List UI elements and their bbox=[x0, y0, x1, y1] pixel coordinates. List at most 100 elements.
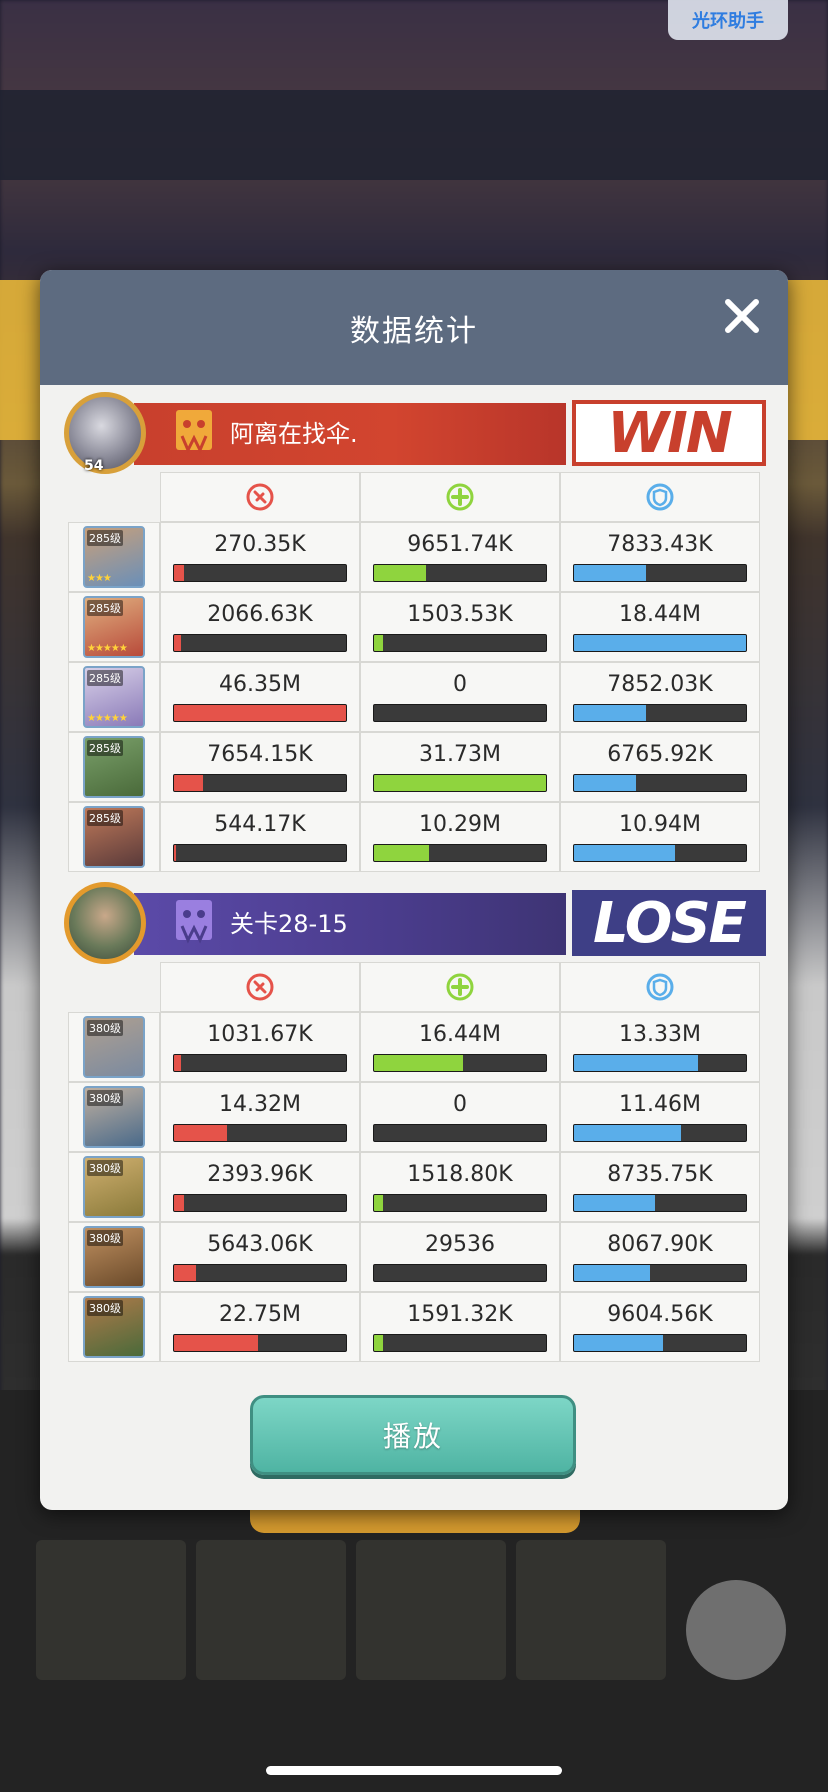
hero-cell: 380级 bbox=[68, 1222, 160, 1292]
hero-stat-row: 380级 2393.96K 1518.80K 8735.75K bbox=[68, 1152, 760, 1222]
stats-table-team-1: 285级 ★★★ 270.35K 9651.74K 7833.43K 285级 … bbox=[68, 472, 760, 872]
tank-value: 6765.92K bbox=[607, 742, 713, 767]
hero-portrait[interactable]: 380级 bbox=[83, 1016, 145, 1078]
result-label: WIN bbox=[572, 400, 766, 466]
heal-cell: 10.29M bbox=[360, 802, 560, 872]
tank-value: 7852.03K bbox=[607, 672, 713, 697]
hero-portrait[interactable]: 380级 bbox=[83, 1226, 145, 1288]
damage-cell: 270.35K bbox=[160, 522, 360, 592]
tank-bar-fill bbox=[574, 1265, 650, 1281]
damage-value: 2393.96K bbox=[207, 1162, 313, 1187]
damage-value: 2066.63K bbox=[207, 602, 313, 627]
hero-stat-row: 380级 22.75M 1591.32K 9604.56K bbox=[68, 1292, 760, 1362]
heal-bar bbox=[373, 634, 547, 652]
hero-cell: 380级 bbox=[68, 1012, 160, 1082]
heal-cell: 29536 bbox=[360, 1222, 560, 1292]
guild-emblem-icon bbox=[170, 894, 218, 948]
damage-bar bbox=[173, 1124, 347, 1142]
tank-bar bbox=[573, 1264, 747, 1282]
hero-cell: 285级 bbox=[68, 802, 160, 872]
heal-bar bbox=[373, 774, 547, 792]
hero-portrait[interactable]: 285级 ★★★★★ bbox=[83, 666, 145, 728]
team-banner-win: 阿离在找伞. WIN 54 bbox=[64, 392, 772, 474]
hero-portrait[interactable]: 380级 bbox=[83, 1296, 145, 1358]
tank-bar-fill bbox=[574, 1125, 681, 1141]
hero-portrait[interactable]: 380级 bbox=[83, 1156, 145, 1218]
hero-cell: 380级 bbox=[68, 1152, 160, 1222]
damage-bar-fill bbox=[174, 845, 176, 861]
heal-bar bbox=[373, 1334, 547, 1352]
stats-fab-icon bbox=[686, 1580, 786, 1680]
player-avatar[interactable] bbox=[64, 392, 146, 474]
damage-value: 544.17K bbox=[214, 812, 306, 837]
tank-value: 10.94M bbox=[619, 812, 701, 837]
heal-cell: 9651.74K bbox=[360, 522, 560, 592]
damage-cell: 5643.06K bbox=[160, 1222, 360, 1292]
play-button[interactable]: 播放 bbox=[250, 1395, 576, 1475]
hero-level: 380级 bbox=[87, 1160, 123, 1176]
tank-cell: 13.33M bbox=[560, 1012, 760, 1082]
heal-cell: 16.44M bbox=[360, 1012, 560, 1082]
hero-level: 285级 bbox=[87, 530, 123, 546]
background-card bbox=[356, 1540, 506, 1680]
heal-bar-fill bbox=[374, 1195, 383, 1211]
sword-circle-icon bbox=[246, 483, 274, 511]
damage-cell: 7654.15K bbox=[160, 732, 360, 802]
hero-portrait[interactable]: 285级 ★★★★★ bbox=[83, 596, 145, 658]
tank-bar bbox=[573, 774, 747, 792]
damage-bar bbox=[173, 1194, 347, 1212]
heal-value: 0 bbox=[453, 672, 467, 697]
heal-header bbox=[360, 472, 560, 522]
damage-bar bbox=[173, 774, 347, 792]
damage-bar bbox=[173, 564, 347, 582]
damage-bar-fill bbox=[174, 1125, 228, 1141]
heal-value: 0 bbox=[453, 1092, 467, 1117]
damage-bar-fill bbox=[174, 565, 185, 581]
heal-value: 1591.32K bbox=[407, 1302, 513, 1327]
tank-bar bbox=[573, 564, 747, 582]
stats-dialog: 数据统计 阿离在找伞. WIN 54 285级 ★★★ 270.35K 9651… bbox=[40, 270, 788, 1510]
tank-header bbox=[560, 472, 760, 522]
damage-bar bbox=[173, 704, 347, 722]
close-button[interactable] bbox=[716, 290, 768, 342]
tank-value: 8735.75K bbox=[607, 1162, 713, 1187]
tank-value: 13.33M bbox=[619, 1022, 701, 1047]
dialog-title: 数据统计 bbox=[350, 313, 478, 349]
damage-bar-fill bbox=[174, 1055, 181, 1071]
heal-bar-fill bbox=[374, 845, 430, 861]
hero-stat-row: 285级 544.17K 10.29M 10.94M bbox=[68, 802, 760, 872]
assistant-badge[interactable]: 光环助手 bbox=[668, 0, 788, 40]
tank-cell: 9604.56K bbox=[560, 1292, 760, 1362]
damage-bar-fill bbox=[174, 1335, 259, 1351]
heal-bar bbox=[373, 1124, 547, 1142]
background-card bbox=[196, 1540, 346, 1680]
team-name: 阿离在找伞. bbox=[230, 420, 358, 448]
tank-cell: 7833.43K bbox=[560, 522, 760, 592]
damage-value: 7654.15K bbox=[207, 742, 313, 767]
heal-cell: 1503.53K bbox=[360, 592, 560, 662]
tank-bar bbox=[573, 704, 747, 722]
damage-cell: 2393.96K bbox=[160, 1152, 360, 1222]
hero-level: 285级 bbox=[87, 740, 123, 756]
tank-value: 7833.43K bbox=[607, 532, 713, 557]
damage-cell: 2066.63K bbox=[160, 592, 360, 662]
hero-portrait[interactable]: 285级 bbox=[83, 806, 145, 868]
damage-bar-fill bbox=[174, 635, 181, 651]
heal-bar bbox=[373, 844, 547, 862]
team-name: 关卡28-15 bbox=[230, 910, 348, 938]
header-spacer bbox=[68, 962, 160, 1012]
background-score bbox=[350, 98, 480, 168]
hero-stat-row: 285级 ★★★★★ 46.35M 0 7852.03K bbox=[68, 662, 760, 732]
enemy-avatar[interactable] bbox=[64, 882, 146, 964]
hero-level: 285级 bbox=[87, 810, 123, 826]
hero-portrait[interactable]: 285级 ★★★ bbox=[83, 526, 145, 588]
home-indicator[interactable] bbox=[266, 1766, 562, 1775]
damage-cell: 544.17K bbox=[160, 802, 360, 872]
heal-header bbox=[360, 962, 560, 1012]
hero-portrait[interactable]: 380级 bbox=[83, 1086, 145, 1148]
hero-portrait[interactable]: 285级 bbox=[83, 736, 145, 798]
tank-cell: 11.46M bbox=[560, 1082, 760, 1152]
hero-level: 380级 bbox=[87, 1230, 123, 1246]
tank-bar bbox=[573, 844, 747, 862]
tank-bar-fill bbox=[574, 775, 636, 791]
